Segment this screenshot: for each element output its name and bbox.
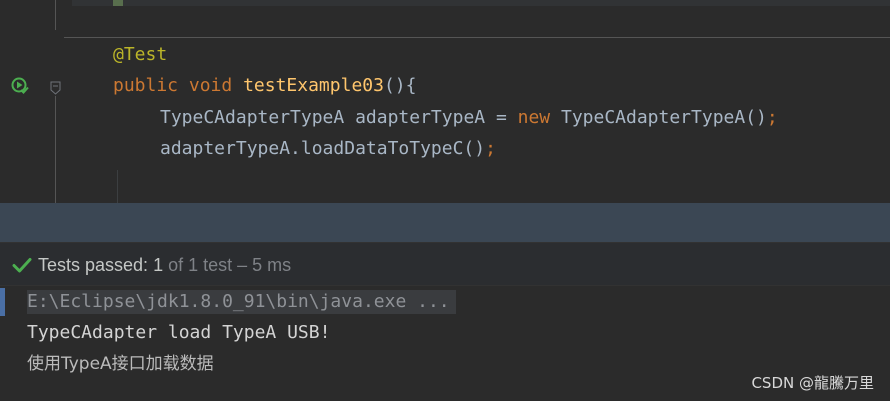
variable-declaration: adapterTypeA = — [344, 107, 518, 128]
check-icon — [12, 258, 32, 273]
console-active-marker — [0, 288, 5, 316]
keyword-public: public — [113, 75, 179, 96]
previous-code-strip — [72, 0, 890, 6]
code-line-declaration: TypeCAdapterTypeA adapterTypeA = new Typ… — [160, 106, 778, 130]
keyword-new: new — [517, 107, 551, 128]
tests-summary: of 1 test – 5 ms — [163, 255, 292, 275]
console-output-line: TypeCAdapter load TypeA USB! — [27, 322, 331, 343]
fold-guide-line — [55, 0, 56, 30]
constructor-call: TypeCAdapterTypeA() — [550, 107, 767, 128]
code-line-method-call: adapterTypeA.loadDataToTypeC(); — [160, 137, 496, 161]
test-status-text: Tests passed: 1 of 1 test – 5 ms — [38, 254, 291, 276]
code-line-method-signature: public void testExample03(){ — [113, 74, 416, 98]
console-command-line[interactable]: E:\Eclipse\jdk1.8.0_91\bin\java.exe ... — [27, 290, 456, 314]
semicolon: ; — [485, 138, 496, 159]
fold-guide-line — [55, 96, 56, 203]
fold-marker-icon[interactable] — [50, 81, 61, 95]
test-status-bar: Tests passed: 1 of 1 test – 5 ms — [0, 242, 890, 286]
annotation-test: @Test — [113, 44, 168, 65]
method-call: adapterTypeA.loadDataToTypeC() — [160, 138, 486, 159]
previous-brace-fragment — [113, 0, 123, 6]
editor-gutter — [0, 0, 72, 203]
keyword-void: void — [188, 75, 233, 96]
console-output[interactable]: E:\Eclipse\jdk1.8.0_91\bin\java.exe ... … — [0, 286, 890, 401]
code-editor[interactable]: @Test public void testExample03(){ TypeC… — [0, 0, 890, 203]
watermark: CSDN @龍騰万里 — [751, 374, 874, 392]
tests-passed-count: 1 — [153, 255, 164, 275]
panel-divider[interactable] — [0, 203, 890, 242]
tests-passed-label: Tests passed: — [38, 255, 154, 275]
method-separator — [64, 37, 890, 38]
semicolon: ; — [766, 107, 778, 128]
run-test-icon[interactable] — [11, 77, 29, 95]
type-name: TypeCAdapterTypeA — [160, 107, 345, 128]
code-line-annotation: @Test — [113, 43, 167, 67]
indent-guide — [117, 170, 118, 203]
console-output-line: 使用TypeA接口加载数据 — [27, 354, 214, 374]
method-name: testExample03 — [243, 75, 384, 96]
signature-tail: (){ — [383, 75, 417, 96]
